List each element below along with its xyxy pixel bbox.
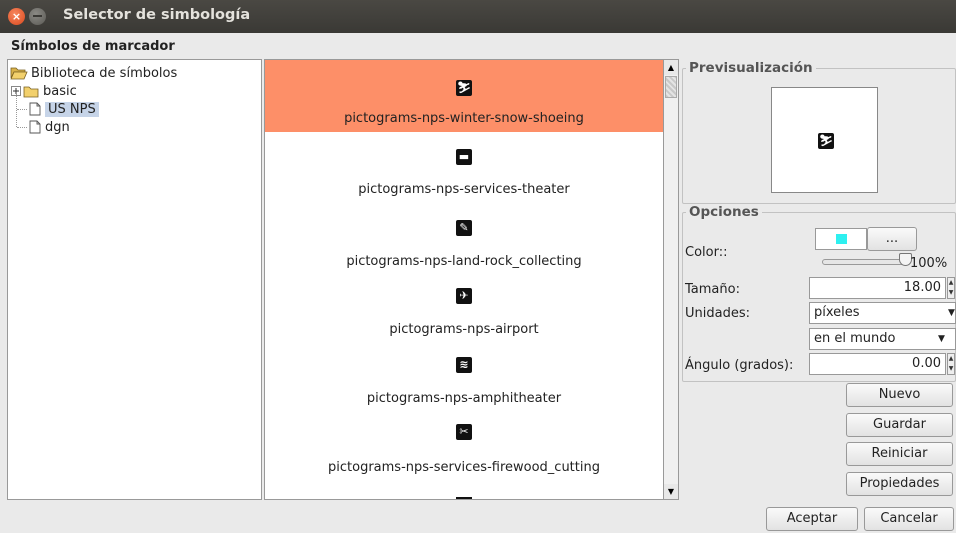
symbol-item[interactable]: ⛷ pictograms-nps-winter-snow-shoeing <box>265 60 663 132</box>
color-swatch-box[interactable] <box>815 228 867 250</box>
save-button[interactable]: Guardar <box>846 413 953 437</box>
preview-box: ⛷ <box>771 87 878 193</box>
color-picker-button[interactable]: ... <box>867 227 917 251</box>
units-reference-select[interactable]: en el mundo <box>809 328 956 350</box>
new-button[interactable]: Nuevo <box>846 383 953 407</box>
tree-item-label: basic <box>43 83 77 99</box>
minimize-window-icon[interactable] <box>29 8 46 25</box>
snowshoeing-icon: ⛷ <box>818 133 834 149</box>
rock-collecting-icon: ✎ <box>456 220 472 236</box>
opacity-slider[interactable] <box>822 259 908 265</box>
symbol-item[interactable]: ✈ pictograms-nps-airport <box>265 276 663 348</box>
chevron-down-icon[interactable]: ▼ <box>938 334 945 344</box>
tree-root[interactable]: Biblioteca de símbolos <box>10 64 177 82</box>
symbol-library-tree[interactable]: Biblioteca de símbolos basic US NPS dgn <box>7 59 262 500</box>
color-swatch <box>836 234 847 244</box>
options-title: Opciones <box>686 204 762 220</box>
file-icon <box>29 120 41 134</box>
tree-item-basic[interactable]: basic <box>11 82 77 100</box>
size-input[interactable]: 18.00 <box>809 277 946 299</box>
theater-icon: ▬ <box>456 149 472 165</box>
tree-root-label: Biblioteca de símbolos <box>31 65 178 81</box>
folder-icon <box>23 86 39 97</box>
symbol-label: pictograms-nps-amphitheater <box>366 391 562 406</box>
tree-line <box>17 126 27 128</box>
open-folder-icon <box>10 67 28 80</box>
angle-input[interactable]: 0.00 <box>809 353 946 375</box>
symbol-label: pictograms-nps-services-theater <box>358 182 570 197</box>
symbol-label: pictograms-nps-winter-snow-shoeing <box>344 111 584 126</box>
scroll-thumb[interactable] <box>665 76 677 98</box>
file-icon <box>29 102 41 116</box>
tree-item-dgn[interactable]: dgn <box>17 118 70 136</box>
symbol-item[interactable]: ≋ pictograms-nps-amphitheater <box>265 348 663 420</box>
size-spinner[interactable]: ▲ ▼ <box>947 277 955 299</box>
symbol-item[interactable]: ✎ pictograms-nps-land-rock_collecting <box>265 204 663 276</box>
units-select[interactable]: píxeles <box>809 302 956 324</box>
tree-line-vertical <box>16 93 17 127</box>
accept-button[interactable]: Aceptar <box>766 507 858 531</box>
close-window-icon[interactable]: × <box>8 8 25 25</box>
symbol-label: pictograms-nps-land-rock_collecting <box>346 254 582 269</box>
amphitheater-icon: ≋ <box>456 357 472 373</box>
symbol-label: pictograms-nps-airport <box>389 322 539 337</box>
color-label: Color:: <box>685 245 728 260</box>
size-label: Tamaño: <box>685 282 740 297</box>
preview-title: Previsualización <box>686 60 816 76</box>
symbol-item[interactable]: ▬ pictograms-nps-services-theater <box>265 132 663 204</box>
tree-item-label: dgn <box>45 119 70 135</box>
tree-item-label: US NPS <box>45 101 99 117</box>
opacity-value: 100% <box>910 256 948 271</box>
window-title: Selector de simbología <box>63 7 251 23</box>
symbol-label: pictograms-nps-services-firewood_cutting <box>328 460 600 475</box>
chevron-down-icon[interactable]: ▼ <box>948 308 955 318</box>
symbol-item[interactable]: ✂ pictograms-nps-services-firewood_cutti… <box>265 420 663 492</box>
title-bar: × Selector de simbología <box>0 0 956 33</box>
angle-label: Ángulo (grados): <box>685 358 794 373</box>
symbol-list-scrollbar[interactable]: ▲ ▼ <box>664 59 679 500</box>
properties-button[interactable]: Propiedades <box>846 472 953 496</box>
units-label: Unidades: <box>685 306 750 321</box>
firewood-cutting-icon: ✂ <box>456 424 472 440</box>
tree-item-us-nps[interactable]: US NPS <box>17 100 99 118</box>
symbol-list[interactable]: ⛷ pictograms-nps-winter-snow-shoeing ▬ p… <box>264 59 664 500</box>
angle-spinner[interactable]: ▲ ▼ <box>947 353 955 375</box>
cancel-button[interactable]: Cancelar <box>864 507 954 531</box>
airport-icon: ✈ <box>456 288 472 304</box>
scroll-down-icon[interactable]: ▼ <box>664 484 678 499</box>
partial-symbol-icon <box>456 497 472 499</box>
scroll-up-icon[interactable]: ▲ <box>664 60 678 75</box>
section-header: Símbolos de marcador <box>11 39 175 54</box>
tree-line <box>17 108 27 110</box>
reset-button[interactable]: Reiniciar <box>846 442 953 466</box>
snowshoeing-icon: ⛷ <box>456 80 472 96</box>
